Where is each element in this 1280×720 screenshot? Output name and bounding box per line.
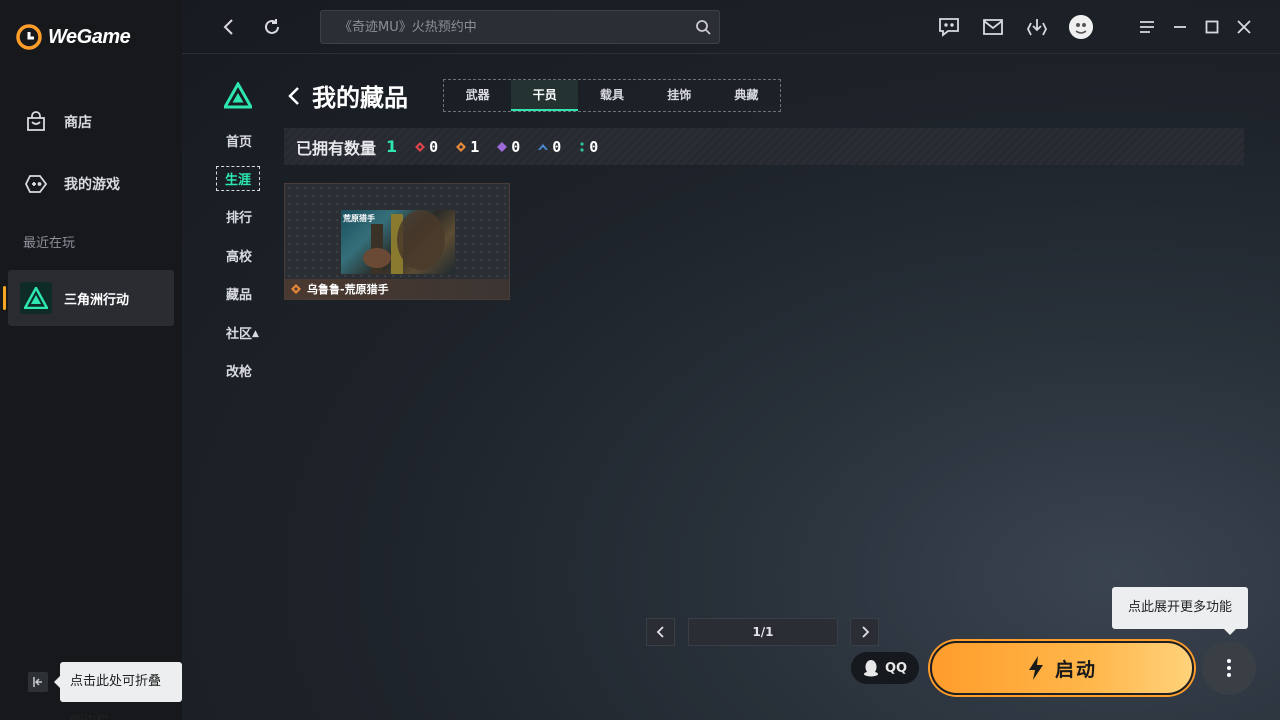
chevron-up-icon: ▲ bbox=[252, 329, 259, 339]
back-chevron-icon[interactable] bbox=[286, 85, 302, 107]
operator-figure-icon bbox=[363, 210, 445, 274]
chevron-blue-icon bbox=[538, 143, 549, 150]
collapse-sidebar-button[interactable] bbox=[28, 672, 48, 692]
rarity-count-orange: 1 bbox=[456, 138, 479, 156]
owned-stats-bar: 已拥有数量 1 0 1 0 0 0 bbox=[284, 128, 1244, 165]
menu-icon[interactable] bbox=[1136, 16, 1158, 38]
collapse-tooltip: 点击此处可折叠侧边栏 bbox=[54, 662, 182, 720]
game-nav-gunsmith[interactable]: 改枪 bbox=[226, 361, 252, 380]
shopping-bag-icon bbox=[27, 111, 45, 131]
delta-force-logo-icon[interactable] bbox=[224, 82, 252, 110]
operator-image: 荒原猎手 bbox=[341, 210, 455, 274]
sidebar: WeGame 商店 我的游戏 最近在玩 三角洲行动 点击此处可折叠侧边栏 bbox=[0, 0, 182, 720]
chevron-left-icon bbox=[656, 626, 664, 638]
more-options-tooltip: 点此展开更多功能 bbox=[1112, 587, 1249, 635]
chevron-right-icon bbox=[861, 626, 869, 638]
game-nav-home[interactable]: 首页 bbox=[226, 131, 252, 150]
more-options-button[interactable] bbox=[1202, 641, 1256, 695]
sidebar-item-label: 我的游戏 bbox=[64, 177, 120, 193]
tab-vehicles[interactable]: 载具 bbox=[578, 80, 645, 111]
mail-icon[interactable] bbox=[982, 16, 1004, 38]
game-nav-college[interactable]: 高校 bbox=[226, 246, 252, 265]
recent-game-item[interactable]: 三角洲行动 bbox=[3, 270, 174, 326]
rarity-count-red: 0 bbox=[415, 138, 438, 156]
refresh-icon[interactable] bbox=[261, 16, 283, 38]
main-content: 首页 生涯 排行 高校 藏品 社区▲ 改枪 我的藏品 武器 干员 载具 挂饰 典… bbox=[182, 0, 1280, 720]
search-box[interactable] bbox=[320, 10, 720, 44]
rarity-count-purple: 0 bbox=[497, 138, 520, 156]
diamond-orange-icon bbox=[291, 284, 301, 294]
lightning-icon bbox=[1028, 656, 1043, 680]
avatar[interactable] bbox=[1069, 15, 1093, 39]
tab-operators[interactable]: 干员 bbox=[511, 80, 579, 111]
diamond-orange-icon bbox=[456, 141, 467, 152]
prev-page-button[interactable] bbox=[646, 618, 675, 646]
owned-label: 已拥有数量 bbox=[296, 138, 377, 158]
card-name: 乌鲁鲁-荒原猎手 bbox=[307, 283, 389, 296]
collection-card[interactable]: 荒原猎手 乌鲁鲁-荒原猎手 bbox=[284, 183, 510, 300]
collection-tabs: 武器 干员 载具 挂饰 典藏 bbox=[443, 79, 781, 112]
collapse-icon bbox=[33, 677, 42, 687]
rarity-count: 0 bbox=[552, 137, 562, 156]
qq-penguin-icon bbox=[863, 660, 878, 677]
app-name: WeGame bbox=[48, 25, 131, 48]
game-nav-career[interactable]: 生涯 bbox=[216, 166, 261, 191]
launch-button[interactable]: 启动 bbox=[930, 641, 1194, 695]
tab-charms[interactable]: 挂饰 bbox=[646, 80, 713, 111]
recent-label: 最近在玩 bbox=[23, 236, 76, 251]
more-vertical-icon bbox=[1227, 659, 1231, 677]
sidebar-item-my-games[interactable]: 我的游戏 bbox=[24, 172, 120, 196]
tab-weapons[interactable]: 武器 bbox=[444, 80, 511, 111]
owned-total: 1 bbox=[386, 137, 398, 156]
card-footer: 乌鲁鲁-荒原猎手 bbox=[285, 279, 509, 299]
launch-label: 启动 bbox=[1054, 658, 1097, 681]
delta-force-icon bbox=[20, 282, 52, 314]
rarity-count-blue: 0 bbox=[538, 138, 561, 156]
sidebar-item-label: 商店 bbox=[64, 115, 92, 131]
qq-label: QQ bbox=[884, 660, 908, 676]
dots-green-icon bbox=[580, 141, 584, 152]
tab-collectibles[interactable]: 典藏 bbox=[713, 80, 780, 111]
gamepad-icon bbox=[24, 175, 48, 193]
game-nav-community[interactable]: 社区▲ bbox=[226, 323, 259, 342]
diamond-red-icon bbox=[415, 141, 426, 152]
close-icon[interactable] bbox=[1233, 16, 1255, 38]
recent-game-name: 三角洲行动 bbox=[64, 292, 130, 308]
game-nav-ranking[interactable]: 排行 bbox=[226, 207, 252, 226]
rarity-count-green: 0 bbox=[579, 138, 598, 156]
search-input[interactable] bbox=[321, 11, 719, 43]
page-indicator: 1/1 bbox=[688, 618, 838, 646]
diamond-purple-icon bbox=[497, 141, 508, 152]
back-icon[interactable] bbox=[218, 16, 240, 38]
game-nav-community-label: 社区 bbox=[226, 327, 253, 342]
wegame-logo-icon bbox=[16, 24, 42, 50]
wegame-logo[interactable]: WeGame bbox=[16, 24, 131, 50]
page-header: 我的藏品 bbox=[286, 78, 408, 113]
next-page-button[interactable] bbox=[850, 618, 879, 646]
maximize-icon[interactable] bbox=[1201, 16, 1223, 38]
rarity-count: 0 bbox=[589, 137, 599, 156]
minimize-icon[interactable] bbox=[1169, 16, 1191, 38]
rarity-count: 0 bbox=[511, 137, 521, 156]
qq-button[interactable]: QQ bbox=[851, 652, 919, 684]
chat-icon[interactable] bbox=[938, 16, 960, 38]
topbar bbox=[182, 0, 1280, 54]
page-title: 我的藏品 bbox=[312, 84, 408, 112]
game-nav-collection[interactable]: 藏品 bbox=[226, 284, 252, 303]
rarity-count: 1 bbox=[470, 137, 480, 156]
search-icon[interactable] bbox=[695, 19, 711, 35]
download-icon[interactable] bbox=[1026, 16, 1048, 38]
rarity-count: 0 bbox=[429, 137, 439, 156]
sidebar-item-store[interactable]: 商店 bbox=[24, 110, 92, 134]
